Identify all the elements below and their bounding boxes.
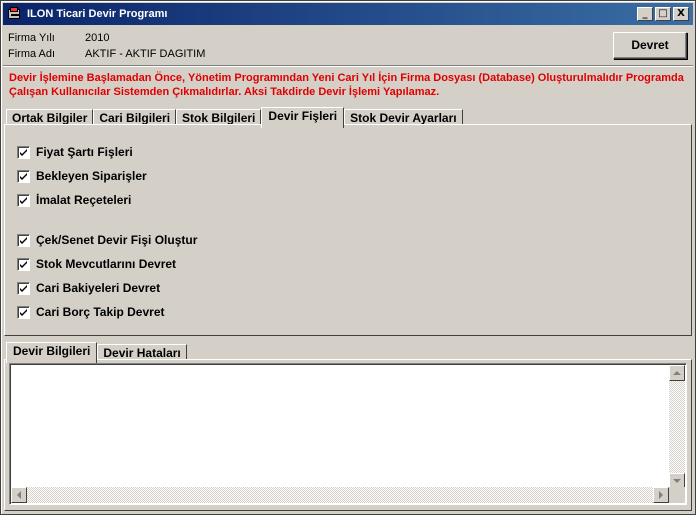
checkbox-label: İmalat Reçeteleri [36,193,132,207]
scrollbar-corner [669,487,685,503]
window-title: ILON Ticari Devir Programı [27,8,168,20]
check-icon [20,260,27,268]
firma-adi-label: Firma Adı [8,48,56,60]
tab-devir-bilgileri[interactable]: Devir Bilgileri [6,342,98,363]
checkbox-label: Bekleyen Siparişler [36,169,147,183]
tab-devir-fisleri[interactable]: Devir Fişleri [261,107,345,128]
checkbox[interactable] [17,257,30,271]
minimize-button[interactable]: _ [637,7,653,21]
main-window: ILON Ticari Devir Programı _ □ X Firma Y… [0,0,696,515]
horizontal-scrollbar[interactable] [11,487,669,503]
devret-button[interactable]: Devret [613,32,687,59]
check-icon [20,284,27,292]
vertical-scrollbar[interactable] [669,365,685,489]
devir-fisleri-panel: Fiyat Şartı Fişleri Bekleyen Siparişler … [4,124,692,336]
scroll-up-button[interactable] [669,365,685,381]
checkbox-row-stok-mevcutlari[interactable]: Stok Mevcutlarını Devret [17,257,176,271]
arrow-up-icon [673,371,681,375]
firma-adi-value: AKTIF - AKTIF DAGITIM [85,48,206,60]
devir-log-textarea[interactable] [9,363,687,505]
arrow-right-icon [659,491,663,499]
check-icon [20,196,27,204]
checkbox[interactable] [17,233,30,247]
check-icon [20,172,27,180]
checkbox[interactable] [17,169,30,183]
maximize-button[interactable]: □ [655,7,671,21]
checkbox-label: Fiyat Şartı Fişleri [36,145,133,159]
close-button[interactable]: X [673,7,689,21]
checkbox-row-cek-senet[interactable]: Çek/Senet Devir Fişi Oluştur [17,233,197,247]
checkbox-label: Çek/Senet Devir Fişi Oluştur [36,233,198,247]
checkbox-row-cari-borc-takip[interactable]: Cari Borç Takip Devret [17,305,165,319]
check-icon [20,308,27,316]
scroll-right-button[interactable] [653,487,669,503]
scroll-left-button[interactable] [11,487,27,503]
divider [3,65,693,67]
checkbox[interactable] [17,145,30,159]
checkbox[interactable] [17,193,30,207]
arrow-down-icon [673,479,681,483]
checkbox-label: Stok Mevcutlarını Devret [36,257,177,271]
check-icon [20,148,27,156]
checkbox[interactable] [17,305,30,319]
arrow-left-icon [17,491,21,499]
check-icon [20,236,27,244]
checkbox[interactable] [17,281,30,295]
firma-yili-label: Firma Yılı [8,32,55,44]
checkbox-label: Cari Bakiyeleri Devret [36,281,161,295]
firma-yili-value: 2010 [85,32,110,44]
checkbox-row-imalat-receteleri[interactable]: İmalat Reçeteleri [17,193,131,207]
title-bar[interactable]: ILON Ticari Devir Programı _ □ X [3,3,693,25]
checkbox-row-fiyat-sarti[interactable]: Fiyat Şartı Fişleri [17,145,133,159]
checkbox-row-bekleyen-siparisler[interactable]: Bekleyen Siparişler [17,169,147,183]
checkbox-label: Cari Borç Takip Devret [36,305,165,319]
app-icon[interactable] [7,6,23,22]
warning-message: Devir İşlemine Başlamadan Önce, Yönetim … [9,72,684,98]
checkbox-row-cari-bakiyeleri[interactable]: Cari Bakiyeleri Devret [17,281,160,295]
